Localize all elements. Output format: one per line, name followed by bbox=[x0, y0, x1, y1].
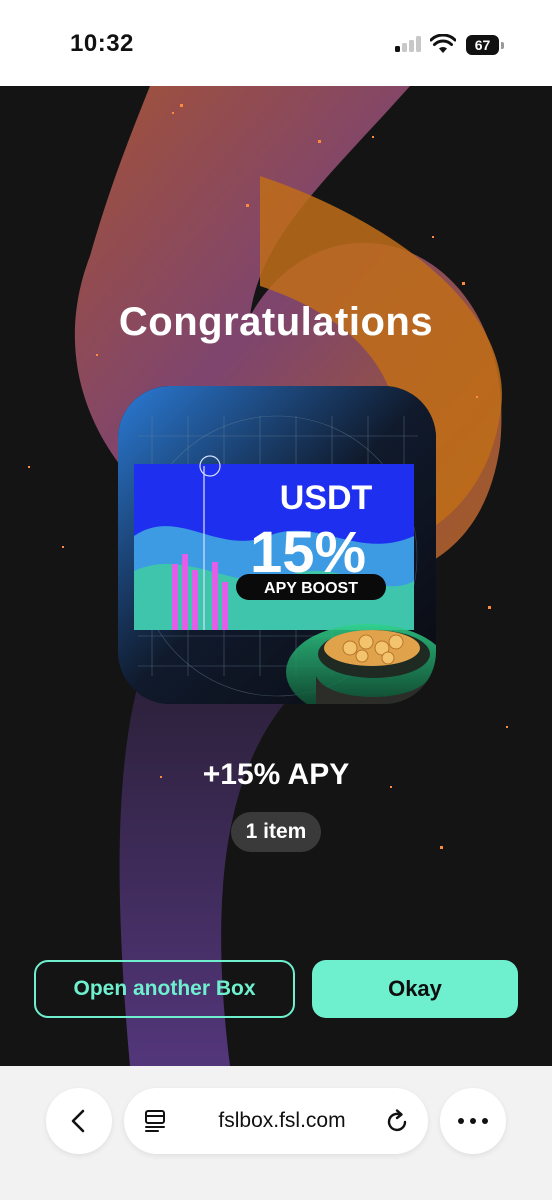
browser-toolbar: fslbox.fsl.com bbox=[0, 1066, 552, 1200]
status-time: 10:32 bbox=[70, 30, 134, 57]
battery-level: 67 bbox=[466, 35, 499, 55]
battery-icon: 67 bbox=[466, 35, 504, 55]
congratulations-heading: Congratulations bbox=[118, 300, 434, 344]
back-button[interactable] bbox=[46, 1088, 112, 1154]
address-bar[interactable]: fslbox.fsl.com bbox=[124, 1088, 428, 1154]
card-text-percent: 15% bbox=[250, 520, 366, 585]
back-icon bbox=[71, 1109, 85, 1133]
reload-icon[interactable] bbox=[384, 1108, 410, 1134]
signal-icon bbox=[395, 36, 423, 52]
status-bar: 10:32 67 bbox=[0, 0, 552, 86]
wifi-icon bbox=[430, 34, 456, 53]
url-text: fslbox.fsl.com bbox=[218, 1109, 346, 1132]
reward-card-image: USDT 15% APY BOOST bbox=[118, 386, 436, 704]
reward-screen: Congratulations USDT 15% APY BOOST +15% … bbox=[0, 86, 552, 1066]
item-count-badge: 1 item bbox=[231, 812, 321, 852]
more-icon bbox=[458, 1118, 488, 1124]
reward-title: +15% APY bbox=[202, 758, 350, 791]
page-menu-icon[interactable] bbox=[144, 1109, 166, 1133]
card-text-usdt: USDT bbox=[280, 479, 373, 517]
okay-button[interactable]: Okay bbox=[312, 960, 518, 1018]
open-another-box-button[interactable]: Open another Box bbox=[34, 960, 295, 1018]
more-button[interactable] bbox=[440, 1088, 506, 1154]
card-text-boost: APY BOOST bbox=[264, 580, 358, 597]
